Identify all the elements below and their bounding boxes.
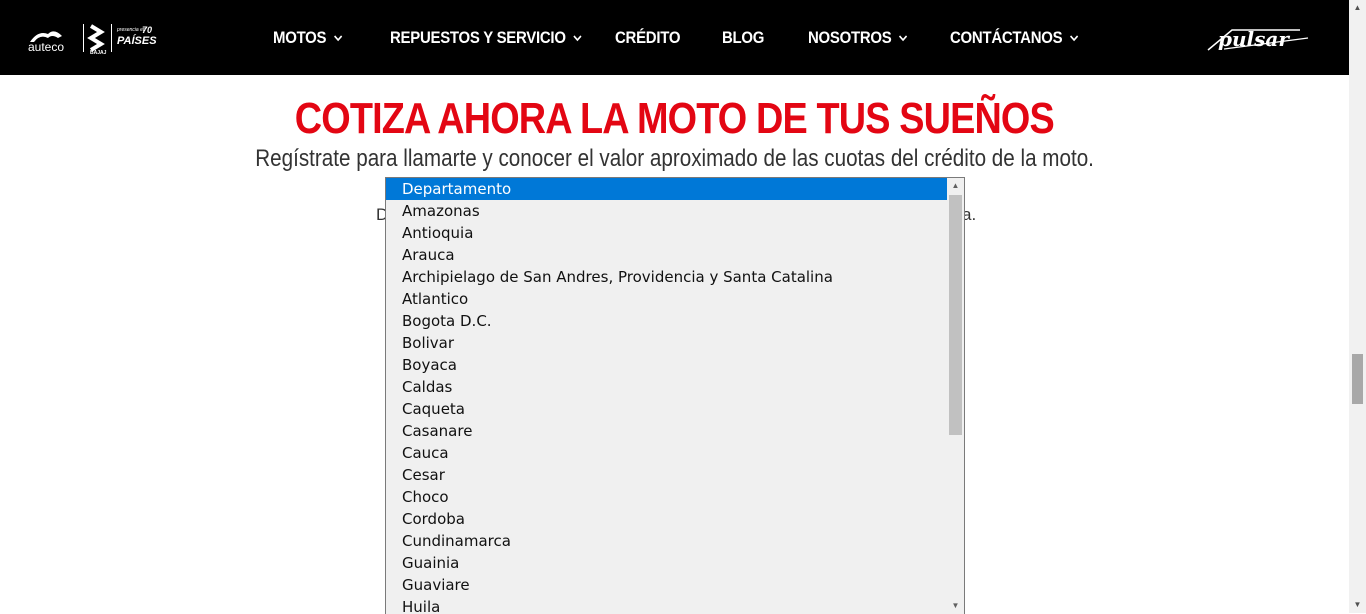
nav-item-label: CONTÁCTANOS	[950, 28, 1063, 47]
nav-item-label: REPUESTOS Y SERVICIO	[390, 28, 566, 47]
dropdown-scroll-thumb[interactable]	[949, 195, 962, 435]
chevron-down-icon	[573, 35, 582, 42]
chevron-down-icon	[1069, 35, 1078, 42]
dropdown-scrollbar[interactable]: ▲ ▼	[947, 178, 964, 614]
departamento-dropdown-list[interactable]: Departamento Amazonas Antioquia Arauca A…	[385, 177, 965, 614]
nav-item-credito[interactable]: CRÉDITO	[615, 26, 680, 50]
nav-item-blog[interactable]: BLOG	[722, 26, 764, 50]
dropdown-option[interactable]: Antioquia	[386, 222, 947, 244]
nav-item-label: BLOG	[722, 28, 765, 47]
svg-text:pulsar: pulsar	[1218, 27, 1290, 51]
scroll-down-arrow-icon[interactable]: ▼	[1352, 599, 1363, 611]
nav-item-label: MOTOS	[273, 28, 327, 47]
dropdown-option[interactable]: Choco	[386, 486, 947, 508]
pulsar-logo[interactable]: pulsar	[1204, 24, 1314, 59]
dropdown-option[interactable]: Caldas	[386, 376, 947, 398]
dropdown-option[interactable]: Cesar	[386, 464, 947, 486]
dropdown-option[interactable]: Guaviare	[386, 574, 947, 596]
dropdown-option[interactable]: Bolivar	[386, 332, 947, 354]
dropdown-option[interactable]: Casanare	[386, 420, 947, 442]
nav-item-motos[interactable]: MOTOS	[273, 26, 342, 50]
dropdown-option[interactable]: Cauca	[386, 442, 947, 464]
chevron-down-icon	[333, 35, 342, 42]
dropdown-option-departamento[interactable]: Departamento	[386, 178, 947, 200]
dropdown-option[interactable]: Archipielago de San Andres, Providencia …	[386, 266, 947, 288]
dropdown-option[interactable]: Amazonas	[386, 200, 947, 222]
main-menu: MOTOS REPUESTOS Y SERVICIO CRÉDITO BLOG …	[0, 0, 1349, 75]
dropdown-option[interactable]: Cordoba	[386, 508, 947, 530]
dropdown-option[interactable]: Huila	[386, 596, 947, 614]
dropdown-options: Departamento Amazonas Antioquia Arauca A…	[386, 178, 947, 614]
dropdown-option[interactable]: Bogota D.C.	[386, 310, 947, 332]
nav-item-label: CRÉDITO	[615, 28, 681, 47]
scroll-up-arrow-icon[interactable]: ▲	[1352, 2, 1363, 14]
page-subtitle: Regístrate para llamarte y conocer el va…	[255, 145, 1094, 172]
dropdown-option[interactable]: Boyaca	[386, 354, 947, 376]
scroll-up-arrow-icon[interactable]: ▲	[947, 178, 964, 194]
dropdown-option[interactable]: Arauca	[386, 244, 947, 266]
dropdown-option[interactable]: Caqueta	[386, 398, 947, 420]
nav-item-repuestos[interactable]: REPUESTOS Y SERVICIO	[390, 26, 582, 50]
dropdown-option[interactable]: Guainia	[386, 552, 947, 574]
dropdown-option[interactable]: Atlantico	[386, 288, 947, 310]
nav-item-nosotros[interactable]: NOSOTROS	[808, 26, 908, 50]
nav-item-label: NOSOTROS	[808, 28, 892, 47]
scroll-down-arrow-icon[interactable]: ▼	[947, 598, 964, 614]
page-scrollbar[interactable]: ▲ ▼	[1349, 0, 1366, 613]
nav-item-contactanos[interactable]: CONTÁCTANOS	[950, 26, 1078, 50]
top-navbar: auteco BAJAJ presencia en 70 PAÍSES MOTO…	[0, 0, 1349, 75]
dropdown-option[interactable]: Cundinamarca	[386, 530, 947, 552]
page-title: COTIZA AHORA LA MOTO DE TUS SUEÑOS	[294, 94, 1055, 143]
page-scroll-thumb[interactable]	[1352, 354, 1363, 404]
chevron-down-icon	[898, 35, 908, 42]
